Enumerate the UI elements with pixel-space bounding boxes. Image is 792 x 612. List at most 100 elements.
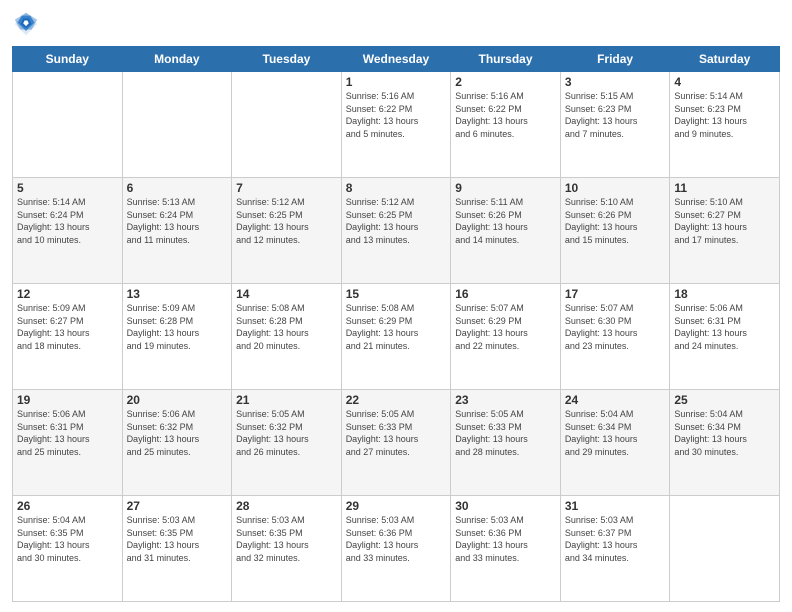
week-row-1: 1Sunrise: 5:16 AM Sunset: 6:22 PM Daylig… xyxy=(13,72,780,178)
day-number: 30 xyxy=(455,499,556,513)
page: SundayMondayTuesdayWednesdayThursdayFrid… xyxy=(0,0,792,612)
day-info: Sunrise: 5:03 AM Sunset: 6:35 PM Dayligh… xyxy=(127,514,228,564)
day-cell: 17Sunrise: 5:07 AM Sunset: 6:30 PM Dayli… xyxy=(560,284,670,390)
day-cell xyxy=(122,72,232,178)
day-info: Sunrise: 5:03 AM Sunset: 6:37 PM Dayligh… xyxy=(565,514,666,564)
logo-icon xyxy=(12,10,40,38)
day-cell xyxy=(13,72,123,178)
day-number: 23 xyxy=(455,393,556,407)
day-number: 7 xyxy=(236,181,337,195)
day-info: Sunrise: 5:16 AM Sunset: 6:22 PM Dayligh… xyxy=(346,90,447,140)
day-cell xyxy=(670,496,780,602)
day-number: 21 xyxy=(236,393,337,407)
day-cell: 14Sunrise: 5:08 AM Sunset: 6:28 PM Dayli… xyxy=(232,284,342,390)
day-cell: 25Sunrise: 5:04 AM Sunset: 6:34 PM Dayli… xyxy=(670,390,780,496)
day-cell: 22Sunrise: 5:05 AM Sunset: 6:33 PM Dayli… xyxy=(341,390,451,496)
day-info: Sunrise: 5:05 AM Sunset: 6:32 PM Dayligh… xyxy=(236,408,337,458)
day-cell: 16Sunrise: 5:07 AM Sunset: 6:29 PM Dayli… xyxy=(451,284,561,390)
day-cell: 9Sunrise: 5:11 AM Sunset: 6:26 PM Daylig… xyxy=(451,178,561,284)
day-cell: 13Sunrise: 5:09 AM Sunset: 6:28 PM Dayli… xyxy=(122,284,232,390)
day-info: Sunrise: 5:14 AM Sunset: 6:23 PM Dayligh… xyxy=(674,90,775,140)
day-number: 12 xyxy=(17,287,118,301)
day-number: 24 xyxy=(565,393,666,407)
day-number: 8 xyxy=(346,181,447,195)
day-info: Sunrise: 5:12 AM Sunset: 6:25 PM Dayligh… xyxy=(236,196,337,246)
day-number: 31 xyxy=(565,499,666,513)
col-header-wednesday: Wednesday xyxy=(341,47,451,72)
day-info: Sunrise: 5:07 AM Sunset: 6:30 PM Dayligh… xyxy=(565,302,666,352)
day-number: 27 xyxy=(127,499,228,513)
day-number: 22 xyxy=(346,393,447,407)
week-row-4: 19Sunrise: 5:06 AM Sunset: 6:31 PM Dayli… xyxy=(13,390,780,496)
header xyxy=(12,10,780,38)
week-row-3: 12Sunrise: 5:09 AM Sunset: 6:27 PM Dayli… xyxy=(13,284,780,390)
day-cell: 11Sunrise: 5:10 AM Sunset: 6:27 PM Dayli… xyxy=(670,178,780,284)
day-cell: 1Sunrise: 5:16 AM Sunset: 6:22 PM Daylig… xyxy=(341,72,451,178)
day-number: 19 xyxy=(17,393,118,407)
day-info: Sunrise: 5:03 AM Sunset: 6:36 PM Dayligh… xyxy=(346,514,447,564)
day-cell: 10Sunrise: 5:10 AM Sunset: 6:26 PM Dayli… xyxy=(560,178,670,284)
day-info: Sunrise: 5:08 AM Sunset: 6:28 PM Dayligh… xyxy=(236,302,337,352)
day-number: 16 xyxy=(455,287,556,301)
day-number: 17 xyxy=(565,287,666,301)
day-info: Sunrise: 5:04 AM Sunset: 6:34 PM Dayligh… xyxy=(674,408,775,458)
day-info: Sunrise: 5:10 AM Sunset: 6:26 PM Dayligh… xyxy=(565,196,666,246)
day-number: 5 xyxy=(17,181,118,195)
day-number: 9 xyxy=(455,181,556,195)
day-cell: 6Sunrise: 5:13 AM Sunset: 6:24 PM Daylig… xyxy=(122,178,232,284)
day-number: 1 xyxy=(346,75,447,89)
day-info: Sunrise: 5:06 AM Sunset: 6:31 PM Dayligh… xyxy=(17,408,118,458)
day-cell: 21Sunrise: 5:05 AM Sunset: 6:32 PM Dayli… xyxy=(232,390,342,496)
day-info: Sunrise: 5:06 AM Sunset: 6:31 PM Dayligh… xyxy=(674,302,775,352)
day-number: 18 xyxy=(674,287,775,301)
day-cell: 3Sunrise: 5:15 AM Sunset: 6:23 PM Daylig… xyxy=(560,72,670,178)
col-header-sunday: Sunday xyxy=(13,47,123,72)
day-number: 28 xyxy=(236,499,337,513)
calendar-header-row: SundayMondayTuesdayWednesdayThursdayFrid… xyxy=(13,47,780,72)
day-cell: 26Sunrise: 5:04 AM Sunset: 6:35 PM Dayli… xyxy=(13,496,123,602)
day-info: Sunrise: 5:15 AM Sunset: 6:23 PM Dayligh… xyxy=(565,90,666,140)
day-cell: 28Sunrise: 5:03 AM Sunset: 6:35 PM Dayli… xyxy=(232,496,342,602)
day-info: Sunrise: 5:04 AM Sunset: 6:35 PM Dayligh… xyxy=(17,514,118,564)
day-info: Sunrise: 5:09 AM Sunset: 6:28 PM Dayligh… xyxy=(127,302,228,352)
day-number: 25 xyxy=(674,393,775,407)
day-cell: 19Sunrise: 5:06 AM Sunset: 6:31 PM Dayli… xyxy=(13,390,123,496)
day-cell: 18Sunrise: 5:06 AM Sunset: 6:31 PM Dayli… xyxy=(670,284,780,390)
day-info: Sunrise: 5:04 AM Sunset: 6:34 PM Dayligh… xyxy=(565,408,666,458)
col-header-thursday: Thursday xyxy=(451,47,561,72)
day-info: Sunrise: 5:03 AM Sunset: 6:35 PM Dayligh… xyxy=(236,514,337,564)
week-row-2: 5Sunrise: 5:14 AM Sunset: 6:24 PM Daylig… xyxy=(13,178,780,284)
day-info: Sunrise: 5:11 AM Sunset: 6:26 PM Dayligh… xyxy=(455,196,556,246)
col-header-tuesday: Tuesday xyxy=(232,47,342,72)
day-number: 4 xyxy=(674,75,775,89)
col-header-saturday: Saturday xyxy=(670,47,780,72)
day-cell: 27Sunrise: 5:03 AM Sunset: 6:35 PM Dayli… xyxy=(122,496,232,602)
day-cell: 5Sunrise: 5:14 AM Sunset: 6:24 PM Daylig… xyxy=(13,178,123,284)
day-info: Sunrise: 5:13 AM Sunset: 6:24 PM Dayligh… xyxy=(127,196,228,246)
day-number: 11 xyxy=(674,181,775,195)
day-number: 6 xyxy=(127,181,228,195)
calendar-table: SundayMondayTuesdayWednesdayThursdayFrid… xyxy=(12,46,780,602)
day-info: Sunrise: 5:09 AM Sunset: 6:27 PM Dayligh… xyxy=(17,302,118,352)
day-info: Sunrise: 5:07 AM Sunset: 6:29 PM Dayligh… xyxy=(455,302,556,352)
logo xyxy=(12,10,44,38)
day-number: 13 xyxy=(127,287,228,301)
day-info: Sunrise: 5:08 AM Sunset: 6:29 PM Dayligh… xyxy=(346,302,447,352)
day-cell: 30Sunrise: 5:03 AM Sunset: 6:36 PM Dayli… xyxy=(451,496,561,602)
day-info: Sunrise: 5:06 AM Sunset: 6:32 PM Dayligh… xyxy=(127,408,228,458)
day-cell: 2Sunrise: 5:16 AM Sunset: 6:22 PM Daylig… xyxy=(451,72,561,178)
day-info: Sunrise: 5:14 AM Sunset: 6:24 PM Dayligh… xyxy=(17,196,118,246)
day-cell: 4Sunrise: 5:14 AM Sunset: 6:23 PM Daylig… xyxy=(670,72,780,178)
col-header-monday: Monday xyxy=(122,47,232,72)
day-info: Sunrise: 5:10 AM Sunset: 6:27 PM Dayligh… xyxy=(674,196,775,246)
day-cell: 7Sunrise: 5:12 AM Sunset: 6:25 PM Daylig… xyxy=(232,178,342,284)
day-number: 20 xyxy=(127,393,228,407)
day-number: 14 xyxy=(236,287,337,301)
col-header-friday: Friday xyxy=(560,47,670,72)
day-info: Sunrise: 5:12 AM Sunset: 6:25 PM Dayligh… xyxy=(346,196,447,246)
day-cell xyxy=(232,72,342,178)
day-info: Sunrise: 5:05 AM Sunset: 6:33 PM Dayligh… xyxy=(346,408,447,458)
day-info: Sunrise: 5:16 AM Sunset: 6:22 PM Dayligh… xyxy=(455,90,556,140)
day-cell: 20Sunrise: 5:06 AM Sunset: 6:32 PM Dayli… xyxy=(122,390,232,496)
day-cell: 31Sunrise: 5:03 AM Sunset: 6:37 PM Dayli… xyxy=(560,496,670,602)
